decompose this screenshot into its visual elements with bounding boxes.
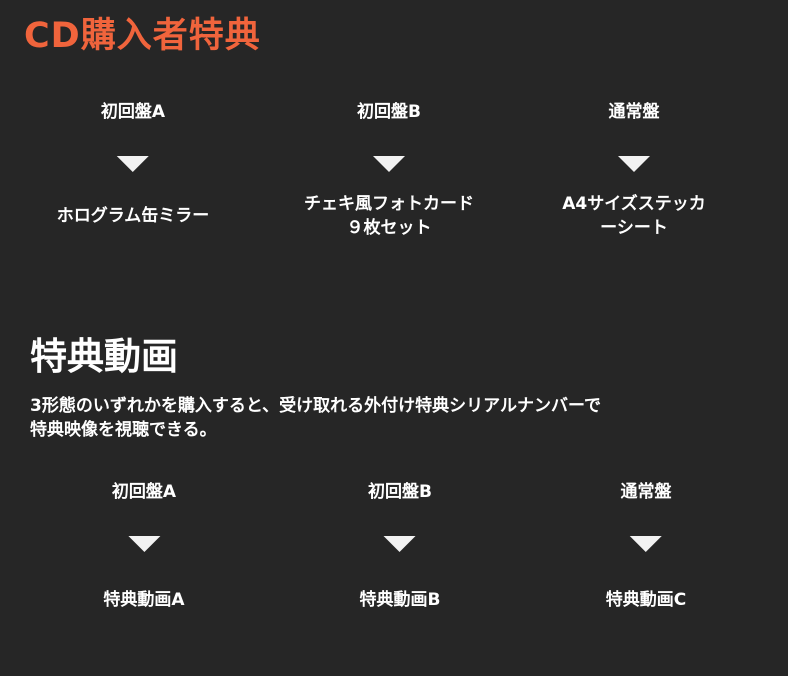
edition-label: 初回盤B [368,482,432,502]
video-bonus-column-c: 通常盤 特典動画C [606,480,686,612]
cd-bonus-column-b: 初回盤B チェキ風フォトカード ９枚セット [304,100,474,250]
bonus-item-label: チェキ風フォトカード ９枚セット [304,194,474,238]
bonus-video-label: 特典動画B [359,590,441,610]
edition-label: 通常盤 [620,482,672,502]
down-arrow-icon [384,536,416,552]
edition-label: 初回盤B [357,102,421,122]
video-bonus-column-a: 初回盤A 特典動画A [103,480,184,612]
down-arrow-icon [127,536,160,552]
bonus-item-label: A4サイズステッカーシート [562,194,706,238]
cd-bonus-column-c: 通常盤 A4サイズステッカーシート [557,100,711,250]
video-bonus-column-b: 初回盤B 特典動画B [360,480,441,612]
bonus-video-label: 特典動画C [605,590,687,610]
down-arrow-icon [629,536,662,552]
down-arrow-icon [618,156,650,172]
cd-bonus-column-a: 初回盤A ホログラム缶ミラー [57,100,210,250]
down-arrow-icon [373,156,405,172]
cd-bonus-title: CD購入者特典 [24,16,261,56]
bonus-video-label: 特典動画A [103,590,185,610]
video-bonus-description: 3形態のいずれかを購入すると、受け取れる外付け特典シリアルナンバーで 特典映像を… [30,396,601,440]
edition-label: 初回盤A [111,482,177,502]
edition-label: 初回盤A [100,102,166,122]
edition-label: 通常盤 [608,102,660,122]
down-arrow-icon [117,156,149,172]
bonus-item-label: ホログラム缶ミラー [56,206,210,226]
video-bonus-title: 特典動画 [30,335,178,378]
